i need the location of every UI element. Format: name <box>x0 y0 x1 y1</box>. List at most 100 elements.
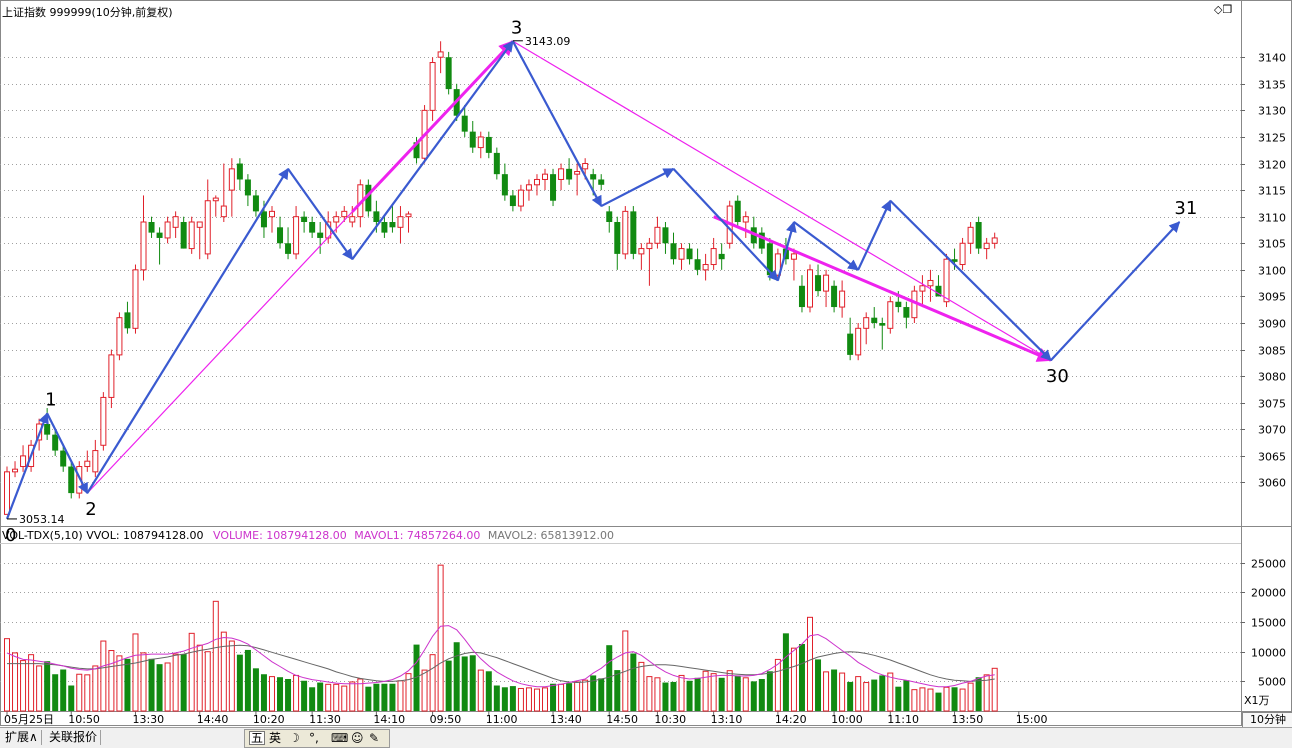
price-tick-label: 3115 <box>1258 185 1286 198</box>
wrench-icon[interactable]: ✎ <box>369 731 379 745</box>
volume-bar-up <box>92 665 99 712</box>
volume-bar-down <box>630 653 637 711</box>
candle-body-up <box>333 216 340 223</box>
candle-body-up <box>525 184 532 191</box>
candle-body-up <box>212 197 219 202</box>
candle-body-down <box>670 243 677 260</box>
candle-body-up <box>140 221 147 271</box>
volume-bar-down <box>831 669 838 711</box>
volume-bar-down <box>309 687 316 711</box>
volume-bar-down <box>244 649 251 711</box>
volume-bar-up <box>887 672 894 712</box>
candle-body-up <box>654 226 661 244</box>
time-tick-label: 13:10 <box>711 713 743 726</box>
volume-bar-up <box>726 670 733 712</box>
volume-header: VOL-TDX(5,10) VVOL: 108794128.00 VOLUME:… <box>2 529 614 542</box>
volume-bar-up <box>774 658 781 712</box>
candle-body-up <box>991 237 998 244</box>
volume-bar-up <box>108 650 115 712</box>
candle-body-up <box>678 248 685 260</box>
candle-body-up <box>919 285 926 292</box>
candle-body-down <box>60 450 67 467</box>
candle-body-up <box>188 221 195 250</box>
volume-bar-down <box>252 668 259 711</box>
volume-value: VOLUME: 108794128.00 <box>213 529 347 542</box>
time-tick-label: 11:30 <box>309 713 341 726</box>
volume-bar-down <box>509 686 516 711</box>
volume-bar-down <box>445 660 452 711</box>
price-tick-label: 3085 <box>1258 345 1286 358</box>
volume-bar-up <box>646 676 653 712</box>
volume-bar-up <box>100 640 107 712</box>
volume-bar-up <box>341 685 348 712</box>
volume-bar-down <box>662 682 669 711</box>
wave-count-label: 30 <box>1046 366 1069 387</box>
volume-bar-up <box>116 655 123 712</box>
volume-bar-up <box>4 638 10 712</box>
candle-body-down <box>847 333 854 355</box>
window-controls[interactable]: ◇❐ <box>1214 3 1232 16</box>
time-tick-label: 15:00 <box>1016 713 1048 726</box>
punctuation-icon[interactable]: °, <box>309 731 319 745</box>
candle-body-down <box>244 179 251 196</box>
volume-bar-up <box>807 616 813 712</box>
volume-bar-up <box>823 671 830 712</box>
volume-bar-down <box>485 671 492 711</box>
candle-body-down <box>485 136 492 153</box>
candle-body-up <box>268 210 275 218</box>
wave-count-label: 31 <box>1174 198 1197 219</box>
candle-body-down <box>252 195 259 212</box>
volume-bar-down <box>236 654 243 711</box>
volume-bar-down <box>903 680 910 711</box>
wave-count-label: 2 <box>85 499 96 520</box>
tab-related-quotes[interactable]: 关联报价 <box>46 730 102 745</box>
candle-body-up <box>116 317 123 356</box>
time-tick-label: 05月25日 <box>4 713 54 726</box>
price-tick-label: 3090 <box>1258 318 1286 331</box>
wave-line-blue <box>600 167 675 208</box>
candle-body-down <box>44 424 51 435</box>
candle-body-up <box>558 168 565 180</box>
candle-body-down <box>718 253 725 260</box>
ime-toolbar[interactable]: 五 英 ☽ °, ⌨ ☺ ✎ <box>244 729 390 748</box>
time-tick-label: 10:30 <box>654 713 686 726</box>
candle-body-down <box>566 168 573 180</box>
ime-chinese-icon[interactable]: 五 <box>249 731 266 745</box>
time-tick-label: 11:10 <box>887 713 919 726</box>
candle-body-down <box>798 285 805 308</box>
volume-bar-down <box>670 681 677 711</box>
price-tick-label: 3110 <box>1258 212 1286 225</box>
candle-body-down <box>277 227 284 244</box>
period-selector[interactable]: 10分钟 <box>1242 712 1292 728</box>
user-icon[interactable]: ☺ <box>351 731 364 745</box>
volume-bar-up <box>36 665 43 712</box>
volume-bar-down <box>301 680 308 711</box>
candle-body-up <box>863 317 870 329</box>
restore-icon[interactable]: ❐ <box>1222 3 1232 16</box>
candle-body-up <box>437 51 444 58</box>
volume-tick-label: 10000 <box>1251 647 1286 660</box>
candle-body-up <box>196 221 203 228</box>
candle-body-down <box>156 232 163 238</box>
candle-body-down <box>469 131 476 148</box>
candle-body-up <box>84 460 91 468</box>
volume-bar-down <box>156 664 163 711</box>
candle-body-up <box>839 290 846 308</box>
tab-expand[interactable]: 扩展∧ <box>2 730 42 745</box>
volume-bar-down <box>68 685 75 711</box>
candle-body-down <box>68 466 75 494</box>
time-tick-label: 13:50 <box>952 713 984 726</box>
volume-bar-up <box>397 680 404 712</box>
candle-body-up <box>12 468 19 473</box>
volume-bar-down <box>285 678 292 711</box>
chart-canvas: 3060306530703075308030853090309531003105… <box>0 0 1292 726</box>
ime-english-toggle[interactable]: 英 <box>269 731 281 745</box>
bottom-toolbar: 扩展∧ 关联报价 五 英 ☽ °, ⌨ ☺ ✎ <box>0 727 1292 748</box>
candle-body-down <box>445 57 452 90</box>
volume-indicator-name: VOL-TDX(5,10) <box>2 529 83 542</box>
moon-icon[interactable]: ☽ <box>289 731 300 745</box>
keyboard-icon[interactable]: ⌨ <box>331 731 348 745</box>
candle-body-down <box>373 211 380 222</box>
candle-body-up <box>855 327 862 356</box>
time-tick-label: 10:20 <box>253 713 285 726</box>
